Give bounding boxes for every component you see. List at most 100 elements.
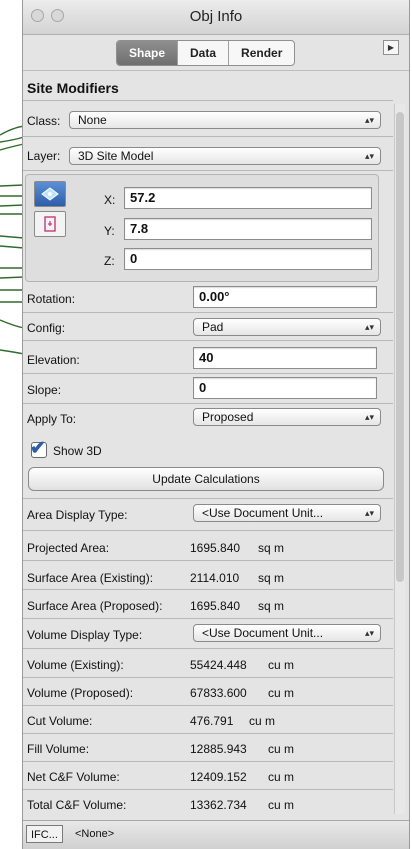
cut-volume-label: Cut Volume: — [27, 714, 93, 728]
config-select-value: Pad — [202, 320, 224, 334]
divider — [23, 498, 393, 499]
divider — [23, 373, 393, 374]
divider — [23, 170, 393, 171]
ifc-button[interactable]: IFC... — [26, 825, 63, 843]
apply-to-select-value: Proposed — [202, 410, 254, 424]
total-cf-volume-value: 13362.734 — [190, 798, 247, 812]
bounding-box-mode-icon[interactable] — [34, 211, 66, 237]
surface-area-proposed-value: 1695.840 — [190, 599, 241, 613]
divider — [23, 733, 393, 734]
config-select[interactable]: Pad ▴▾ — [193, 318, 381, 336]
net-cf-volume-unit: cu m — [268, 770, 295, 784]
chevron-updown-icon: ▴▾ — [364, 322, 374, 332]
divider — [23, 340, 393, 341]
vertical-scrollbar[interactable] — [394, 104, 405, 814]
area-display-type-select[interactable]: <Use Document Unit... ▴▾ — [193, 504, 381, 522]
cut-volume-unit: cu m — [249, 714, 276, 728]
fill-volume-unit: cu m — [268, 742, 295, 756]
z-label: Z: — [104, 254, 115, 268]
total-cf-volume-label: Total C&F Volume: — [27, 798, 127, 812]
divider — [23, 677, 393, 678]
chevron-updown-icon: ▴▾ — [364, 508, 374, 518]
class-select-value: None — [78, 113, 107, 127]
tab-group: Shape Data Render — [116, 40, 296, 66]
divider — [23, 705, 393, 706]
coordinate-panel: X: 57.2 Y: 7.8 Z: 0 — [25, 174, 379, 282]
volume-display-type-label: Volume Display Type: — [27, 628, 143, 642]
tab-data[interactable]: Data — [178, 41, 230, 65]
center-point-mode-icon[interactable] — [34, 181, 66, 207]
divider — [23, 648, 393, 649]
update-calculations-button[interactable]: Update Calculations — [28, 467, 384, 491]
status-bar: IFC... <None> — [23, 820, 409, 849]
show-3d-checkbox[interactable]: ✔ — [30, 438, 47, 459]
volume-display-type-value: <Use Document Unit... — [202, 626, 324, 640]
divider — [23, 589, 393, 590]
expand-icon[interactable]: ▶ — [383, 40, 399, 55]
divider — [23, 618, 393, 619]
divider — [23, 789, 393, 790]
title-bar: Obj Info — [23, 0, 409, 35]
rotation-label: Rotation: — [27, 292, 76, 306]
slope-label: Slope: — [27, 383, 62, 397]
y-label: Y: — [104, 224, 115, 238]
surface-area-proposed-unit: sq m — [258, 599, 285, 613]
surface-area-proposed-label: Surface Area (Proposed): — [27, 599, 163, 613]
section-title: Site Modifiers — [27, 80, 119, 96]
surface-area-existing-label: Surface Area (Existing): — [27, 571, 154, 585]
layer-label: Layer: — [27, 149, 61, 163]
scrollbar-thumb[interactable] — [396, 112, 404, 582]
class-select[interactable]: None ▴▾ — [69, 111, 381, 129]
y-field[interactable]: 7.8 — [124, 218, 372, 240]
z-field[interactable]: 0 — [124, 248, 372, 270]
apply-to-select[interactable]: Proposed ▴▾ — [193, 408, 381, 426]
show-3d-label: Show 3D — [53, 444, 102, 458]
elevation-label: Elevation: — [27, 353, 80, 367]
x-label: X: — [104, 193, 116, 207]
area-display-type-label: Area Display Type: — [27, 508, 128, 522]
divider — [23, 403, 393, 404]
volume-proposed-value: 67833.600 — [190, 686, 247, 700]
total-cf-volume-unit: cu m — [268, 798, 295, 812]
volume-existing-value: 55424.448 — [190, 658, 247, 672]
fill-volume-label: Fill Volume: — [27, 742, 90, 756]
tab-bar: Shape Data Render ▶ — [23, 34, 409, 71]
surface-area-existing-unit: sq m — [258, 571, 285, 585]
chevron-updown-icon: ▴▾ — [364, 628, 374, 638]
tab-render[interactable]: Render — [229, 41, 294, 65]
ifc-status-value: <None> — [75, 828, 115, 840]
fill-volume-value: 12885.943 — [190, 742, 247, 756]
window-title: Obj Info — [189, 8, 243, 25]
volume-proposed-label: Volume (Proposed): — [27, 686, 134, 700]
divider — [23, 136, 393, 137]
layer-select-value: 3D Site Model — [78, 149, 154, 163]
volume-display-type-select[interactable]: <Use Document Unit... ▴▾ — [193, 624, 381, 642]
layer-select[interactable]: 3D Site Model ▴▾ — [69, 147, 381, 165]
elevation-field[interactable]: 40 — [193, 347, 377, 369]
checkmark-icon: ✔ — [30, 438, 46, 459]
object-info-palette: Obj Info Shape Data Render ▶ Site Modifi… — [22, 0, 410, 849]
x-field[interactable]: 57.2 — [124, 187, 372, 209]
projected-area-label: Projected Area: — [27, 541, 110, 555]
net-cf-volume-label: Net C&F Volume: — [27, 770, 120, 784]
divider — [23, 100, 393, 101]
config-label: Config: — [27, 321, 66, 335]
surface-area-existing-value: 2114.010 — [190, 571, 240, 585]
class-label: Class: — [27, 114, 61, 128]
chevron-updown-icon: ▴▾ — [364, 412, 374, 422]
divider — [23, 560, 393, 561]
divider — [23, 530, 393, 531]
chevron-updown-icon: ▴▾ — [364, 151, 374, 161]
projected-area-value: 1695.840 — [190, 541, 241, 555]
cut-volume-value: 476.791 — [190, 714, 234, 728]
apply-to-label: Apply To: — [27, 412, 77, 426]
chevron-updown-icon: ▴▾ — [364, 115, 374, 125]
tab-shape[interactable]: Shape — [117, 41, 179, 65]
volume-existing-unit: cu m — [268, 658, 295, 672]
net-cf-volume-value: 12409.152 — [190, 770, 247, 784]
rotation-field[interactable]: 0.00° — [193, 286, 377, 308]
divider — [23, 761, 393, 762]
volume-proposed-unit: cu m — [268, 686, 295, 700]
slope-field[interactable]: 0 — [193, 377, 377, 399]
divider — [23, 312, 393, 313]
